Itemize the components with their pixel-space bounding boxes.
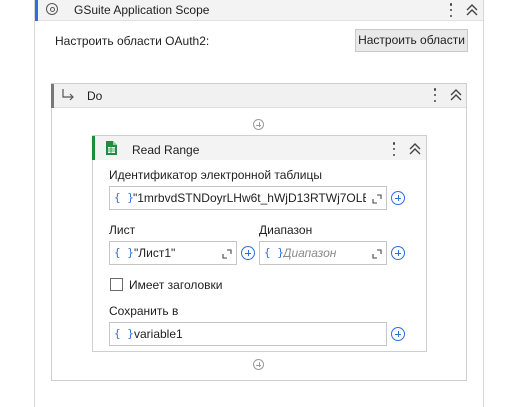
variable-brace-icon: { } <box>114 246 134 259</box>
range-placeholder[interactable]: Диапазон <box>283 246 363 260</box>
sequence-arrow-icon <box>61 88 75 105</box>
read-range-accent-bar <box>92 136 95 160</box>
do-sequence-title: Do <box>87 89 103 103</box>
has-headers-checkbox[interactable] <box>110 278 123 291</box>
spreadsheet-id-add-icon[interactable] <box>391 191 405 205</box>
add-activity-bottom-icon[interactable] <box>253 359 264 370</box>
spreadsheet-id-label: Идентификатор электронной таблицы <box>109 168 322 182</box>
configure-scopes-button[interactable]: Настроить области <box>355 29 468 52</box>
save-to-value[interactable]: variable1 <box>134 327 364 341</box>
has-headers-label: Имеет заголовки <box>129 278 223 292</box>
do-collapse-icon[interactable] <box>450 89 462 101</box>
scope-accent-bar <box>35 0 38 21</box>
save-to-add-icon[interactable] <box>391 327 405 341</box>
sheet-label: Лист <box>109 223 136 237</box>
scope-more-icon[interactable] <box>449 3 453 17</box>
gsuite-scope-icon <box>46 3 58 15</box>
google-sheets-icon <box>106 141 117 158</box>
sheet-value[interactable]: "Лист1" <box>134 246 214 260</box>
variable-brace-icon: { } <box>264 246 284 259</box>
sheet-add-icon[interactable] <box>241 246 255 260</box>
expand-editor-icon[interactable] <box>372 193 382 207</box>
scope-collapse-icon[interactable] <box>466 4 478 16</box>
do-sequence-accent-bar <box>51 84 54 108</box>
scope-title: GSuite Application Scope <box>74 3 210 17</box>
spreadsheet-id-value[interactable]: "1mrbvdSTNDoyrLHw6t_hWjD13RTWj7OLEt <box>133 191 366 205</box>
read-range-title: Read Range <box>132 143 200 157</box>
expand-editor-icon[interactable] <box>372 248 382 262</box>
variable-brace-icon: { } <box>114 191 134 204</box>
read-range-collapse-icon[interactable] <box>409 143 421 155</box>
read-range-more-icon[interactable] <box>392 142 396 156</box>
oauth-scopes-label: Настроить области OAuth2: <box>55 34 210 48</box>
range-add-icon[interactable] <box>391 246 405 260</box>
range-label: Диапазон <box>259 223 313 237</box>
do-sequence-header[interactable] <box>52 84 466 108</box>
save-to-label: Сохранить в <box>109 304 179 318</box>
variable-brace-icon: { } <box>114 327 134 340</box>
expand-editor-icon[interactable] <box>222 248 232 262</box>
add-activity-top-icon[interactable] <box>253 119 264 130</box>
do-more-icon[interactable] <box>433 88 437 102</box>
